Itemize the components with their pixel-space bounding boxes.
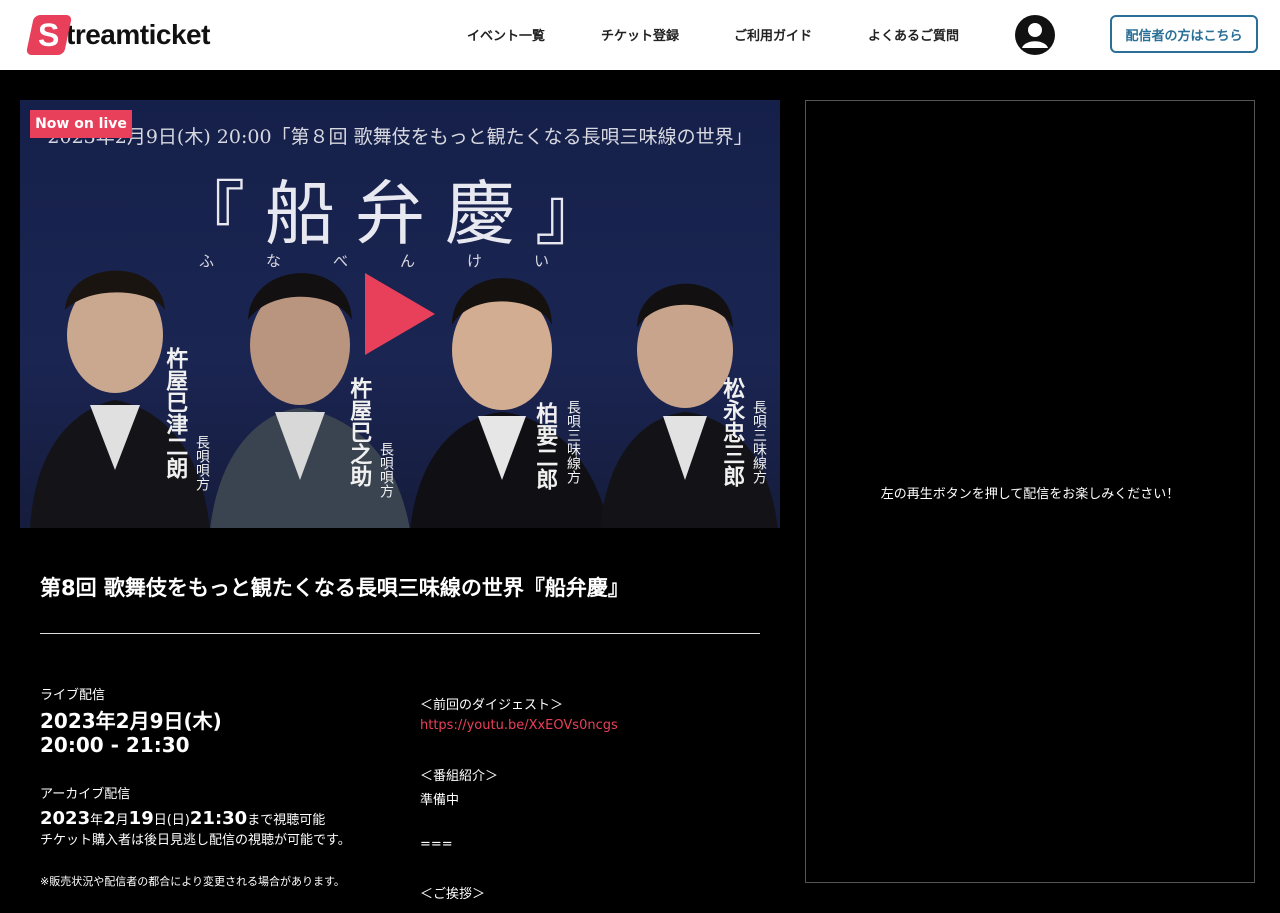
live-status-badge: Now on live [30,110,132,138]
live-time: 20:00 - 21:30 [40,733,190,757]
archive-note-small: ※販売状況や配信者の都合により変更される場合があります。 [40,875,345,888]
archive-note: チケット購入者は後日見逃し配信の視聴が可能です。 [40,833,351,848]
streamer-button[interactable]: 配信者の方はこちら [1110,15,1258,53]
performer-portrait [600,250,780,528]
divider [40,633,760,634]
site-logo[interactable]: S treamticket [25,14,210,56]
intro-heading: ＜番組紹介＞ [420,769,499,784]
side-panel-message: 左の再生ボタンを押して配信をお楽しみください！ [880,487,1180,502]
performer-role: 長唄三味線方 [751,400,767,484]
nav-events[interactable]: イベント一覧 [467,25,545,44]
performer-name: 杵屋巳津二朗 [162,347,189,479]
performer-portrait [410,240,610,528]
video-banner-line: 2023年2月9日(木) 20:00「第８回 歌舞伎をもっと観たくなる長唄三味線… [47,126,753,148]
site-header: S treamticket イベント一覧 チケット登録 ご利用ガイド よくあるご… [0,0,1280,70]
digest-link[interactable]: https://youtu.be/XxEOVs0ncgs [420,718,618,733]
performer-name: 松永忠三郎 [719,377,746,487]
performer-role: 長唄唄方 [378,442,394,498]
play-button-icon[interactable] [365,273,437,359]
performer-portrait [20,240,220,528]
logo-wordmark: treamticket [66,19,210,50]
digest-heading: ＜前回のダイジェスト＞ [420,698,564,713]
event-title: 第8回 歌舞伎をもっと観たくなる長唄三味線の世界『船弁慶』 [40,576,629,600]
performer-name: 柏要二郎 [532,402,559,490]
live-date: 2023年2月9日(木) [40,709,222,733]
archive-label: アーカイブ配信 [40,787,131,802]
archive-deadline: 2023年2月19日(日)21:30まで視聴可能 [40,808,326,829]
nav-ticket-register[interactable]: チケット登録 [601,25,679,44]
nav-guide[interactable]: ご利用ガイド [734,25,812,44]
performer-name: 杵屋巳之助 [346,377,373,487]
separator-text: === [420,837,453,852]
live-label: ライブ配信 [40,688,106,703]
performer-role: 長唄唄方 [194,435,210,491]
nav-faq[interactable]: よくあるご質問 [868,25,959,44]
user-account-icon[interactable] [1015,15,1055,55]
greeting-heading: ＜ご挨拶＞ [420,887,486,902]
side-panel: 左の再生ボタンを押して配信をお楽しみください！ [805,100,1255,883]
performer-role: 長唄三味線方 [565,400,581,484]
intro-body: 準備中 [420,793,460,808]
